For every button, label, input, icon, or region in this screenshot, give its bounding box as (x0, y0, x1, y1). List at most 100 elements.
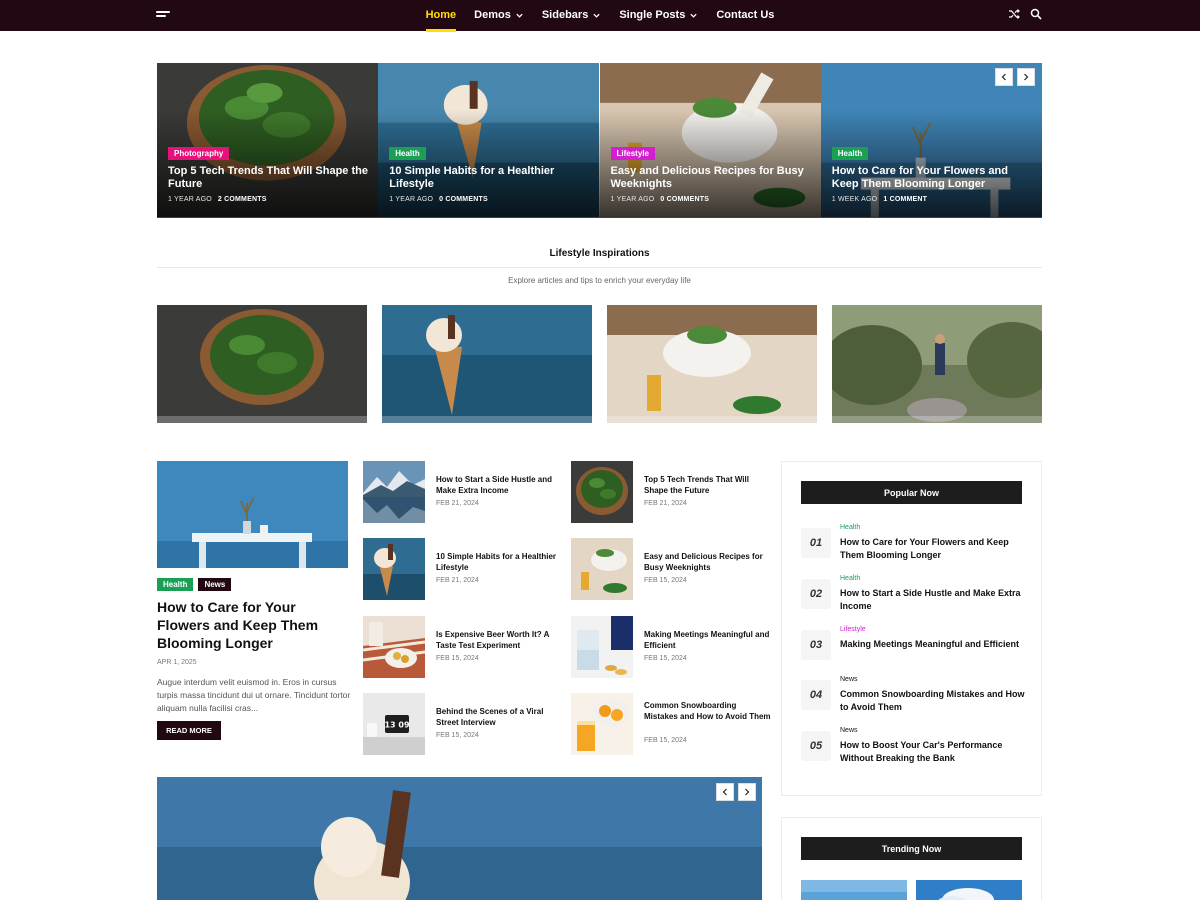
sky-image (801, 880, 907, 900)
post-title[interactable]: Common Snowboarding Mistakes and How to … (644, 701, 771, 722)
post-title[interactable]: Top 5 Tech Trends That Will Shape the Fu… (644, 475, 771, 496)
slider-prev-button[interactable] (995, 68, 1013, 86)
inspiration-tile[interactable] (382, 305, 592, 423)
nav-item-home[interactable]: Home (425, 0, 457, 32)
slide-title[interactable]: How to Care for Your Flowers and Keep Th… (832, 165, 1032, 191)
rank-number: 04 (801, 680, 831, 710)
clock-readout: 13 09 (384, 721, 409, 730)
slider-next-button[interactable] (1017, 68, 1035, 86)
post-title[interactable]: How to Start a Side Hustle and Make Extr… (840, 587, 1025, 612)
post-title[interactable]: Making Meetings Meaningful and Efficient (644, 630, 771, 651)
shuffle-icon[interactable] (1008, 8, 1020, 20)
post-thumbnail (571, 616, 633, 678)
flower-table-image (157, 461, 348, 568)
post-age: 1 YEAR AGO (168, 196, 212, 203)
list-item[interactable]: Top 5 Tech Trends That Will Shape the Fu… (571, 461, 761, 523)
beer-food-image (363, 616, 425, 678)
inspiration-tile[interactable] (607, 305, 817, 423)
slide-meta: 1 WEEK AGO 1 COMMENT (832, 196, 927, 203)
popular-item[interactable]: 01 Health How to Care for Your Flowers a… (801, 524, 1023, 569)
slide-meta: 1 YEAR AGO 0 COMMENTS (611, 196, 710, 203)
read-more-button[interactable]: READ MORE (157, 721, 221, 740)
list-item[interactable]: 10 Simple Habits for a Healthier Lifesty… (363, 538, 556, 600)
category-label[interactable]: News (840, 727, 858, 734)
chevron-left-icon (722, 788, 727, 796)
category-badge[interactable]: Health (389, 147, 426, 160)
post-title[interactable]: Behind the Scenes of a Viral Street Inte… (436, 707, 563, 728)
category-label[interactable]: Health (840, 575, 860, 582)
search-icon[interactable] (1030, 8, 1042, 20)
hero-slide[interactable]: Photography Top 5 Tech Trends That Will … (157, 63, 379, 218)
hero-slide[interactable]: Lifestyle Easy and Delicious Recipes for… (599, 63, 821, 218)
popular-item[interactable]: 02 Health How to Start a Side Hustle and… (801, 575, 1023, 620)
tag-health[interactable]: Health (157, 578, 194, 591)
featured-post-image[interactable] (157, 461, 348, 568)
mountain-lake-image (363, 461, 425, 523)
post-title[interactable]: How to Start a Side Hustle and Make Extr… (436, 475, 563, 496)
post-date: FEB 21, 2024 (644, 500, 687, 507)
trending-thumbnails (801, 880, 1022, 900)
rank-number: 05 (801, 731, 831, 761)
spinach-bowl-image (157, 305, 367, 423)
chevron-left-icon (1001, 73, 1006, 81)
popular-item[interactable]: 03 Lifestyle Making Meetings Meaningful … (801, 626, 1023, 671)
featured-slider[interactable] (157, 777, 762, 900)
nav-item-demos[interactable]: Demos (474, 0, 524, 31)
chevron-down-icon (690, 13, 697, 18)
post-title[interactable]: 10 Simple Habits for a Healthier Lifesty… (436, 552, 563, 573)
inspiration-tile[interactable] (157, 305, 367, 423)
post-title[interactable]: Is Expensive Beer Worth It? A Taste Test… (436, 630, 563, 651)
list-item[interactable]: Common Snowboarding Mistakes and How to … (571, 693, 771, 755)
comment-count[interactable]: 0 COMMENTS (660, 196, 709, 203)
comment-count[interactable]: 1 COMMENT (883, 196, 927, 203)
top-navigation-bar: Home Demos Sidebars Single Posts Contact… (0, 0, 1200, 32)
category-badge[interactable]: Lifestyle (610, 147, 655, 160)
slider-prev-button[interactable] (716, 783, 734, 801)
slide-title[interactable]: Easy and Delicious Recipes for Busy Week… (611, 165, 811, 191)
orange-juice-image (571, 693, 633, 755)
popular-item[interactable]: 05 News How to Boost Your Car's Performa… (801, 727, 1023, 772)
slide-meta: 1 YEAR AGO 2 COMMENTS (168, 196, 267, 203)
nav-item-label: Contact Us (716, 9, 775, 21)
nav-item-label: Home (425, 9, 457, 21)
post-title[interactable]: Making Meetings Meaningful and Efficient (840, 638, 1025, 651)
slider-next-button[interactable] (738, 783, 756, 801)
ice-cream-large-image (157, 777, 762, 900)
category-label[interactable]: Lifestyle (840, 626, 866, 633)
ice-cream-image (363, 538, 425, 600)
water-glass-image (571, 616, 633, 678)
comment-count[interactable]: 2 COMMENTS (218, 196, 267, 203)
post-title[interactable]: Easy and Delicious Recipes for Busy Week… (644, 552, 771, 573)
list-item[interactable]: Easy and Delicious Recipes for Busy Week… (571, 538, 763, 600)
clouds-image (916, 880, 1022, 900)
category-badge[interactable]: Photography (168, 147, 230, 160)
category-label[interactable]: News (840, 676, 858, 683)
hero-slide[interactable]: Health How to Care for Your Flowers and … (820, 63, 1042, 218)
widget-heading: Popular Now (801, 481, 1022, 504)
post-title[interactable]: How to Care for Your Flowers and Keep Th… (840, 536, 1025, 561)
chevron-down-icon (593, 13, 600, 18)
comment-count[interactable]: 0 COMMENTS (439, 196, 488, 203)
nav-item-contact-us[interactable]: Contact Us (716, 0, 774, 31)
nav-item-sidebars[interactable]: Sidebars (542, 0, 601, 31)
slide-title[interactable]: 10 Simple Habits for a Healthier Lifesty… (389, 165, 589, 191)
list-item[interactable]: Making Meetings Meaningful and Efficient… (571, 616, 769, 678)
list-item[interactable]: How to Start a Side Hustle and Make Extr… (363, 461, 553, 523)
slide-title[interactable]: Top 5 Tech Trends That Will Shape the Fu… (168, 165, 368, 191)
post-thumbnail (571, 693, 633, 755)
hero-slide[interactable]: Health 10 Simple Habits for a Healthier … (378, 63, 600, 218)
rank-number: 01 (801, 528, 831, 558)
category-label[interactable]: Health (840, 524, 860, 531)
list-item[interactable]: 13 09 Behind the Scenes of a Viral Stree… (363, 693, 553, 755)
post-title[interactable]: How to Boost Your Car's Performance With… (840, 739, 1025, 764)
trending-thumbnail[interactable] (801, 880, 907, 900)
inspiration-tile[interactable] (832, 305, 1042, 423)
popular-item[interactable]: 04 News Common Snowboarding Mistakes and… (801, 676, 1025, 721)
category-badge[interactable]: Health (831, 147, 869, 160)
tag-news[interactable]: News (198, 578, 232, 591)
post-title[interactable]: Common Snowboarding Mistakes and How to … (840, 688, 1025, 713)
nav-item-single-posts[interactable]: Single Posts (619, 0, 698, 31)
trending-thumbnail[interactable] (916, 880, 1022, 900)
featured-post-title[interactable]: How to Care for Your Flowers and Keep Th… (157, 598, 352, 652)
list-item[interactable]: Is Expensive Beer Worth It? A Taste Test… (363, 616, 553, 678)
